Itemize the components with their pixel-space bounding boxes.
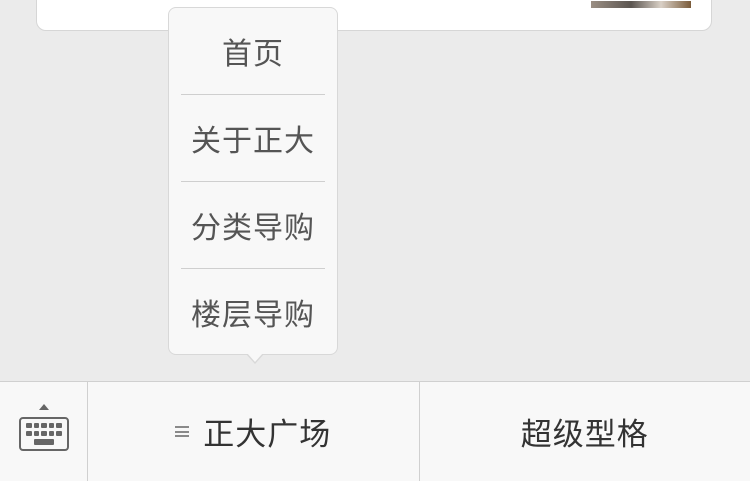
menu-tab-super-style[interactable]: 超级型格	[418, 382, 750, 481]
card-thumbnail	[591, 1, 691, 8]
submenu-item-floor-guide[interactable]: 楼层导购	[181, 269, 325, 355]
submenu-item-about[interactable]: 关于正大	[181, 95, 325, 182]
menu-icon	[175, 426, 190, 437]
menu-tab-label: 正大广场	[203, 417, 332, 453]
message-card[interactable]	[36, 0, 712, 31]
submenu-popup: 首页 关于正大 分类导购 楼层导购	[168, 7, 338, 355]
custom-menu-bar: 正大广场 超级型格	[0, 381, 750, 481]
caret-up-icon	[39, 404, 49, 410]
keyboard-icon	[19, 417, 69, 451]
submenu-item-category-guide[interactable]: 分类导购	[181, 182, 325, 269]
popup-arrow-fill	[247, 353, 263, 362]
submenu-item-home[interactable]: 首页	[181, 8, 325, 95]
keyboard-switch-button[interactable]	[0, 382, 88, 481]
menu-tab-zhengda-plaza[interactable]: 正大广场	[88, 382, 419, 481]
menu-tab-label: 超级型格	[520, 417, 649, 453]
